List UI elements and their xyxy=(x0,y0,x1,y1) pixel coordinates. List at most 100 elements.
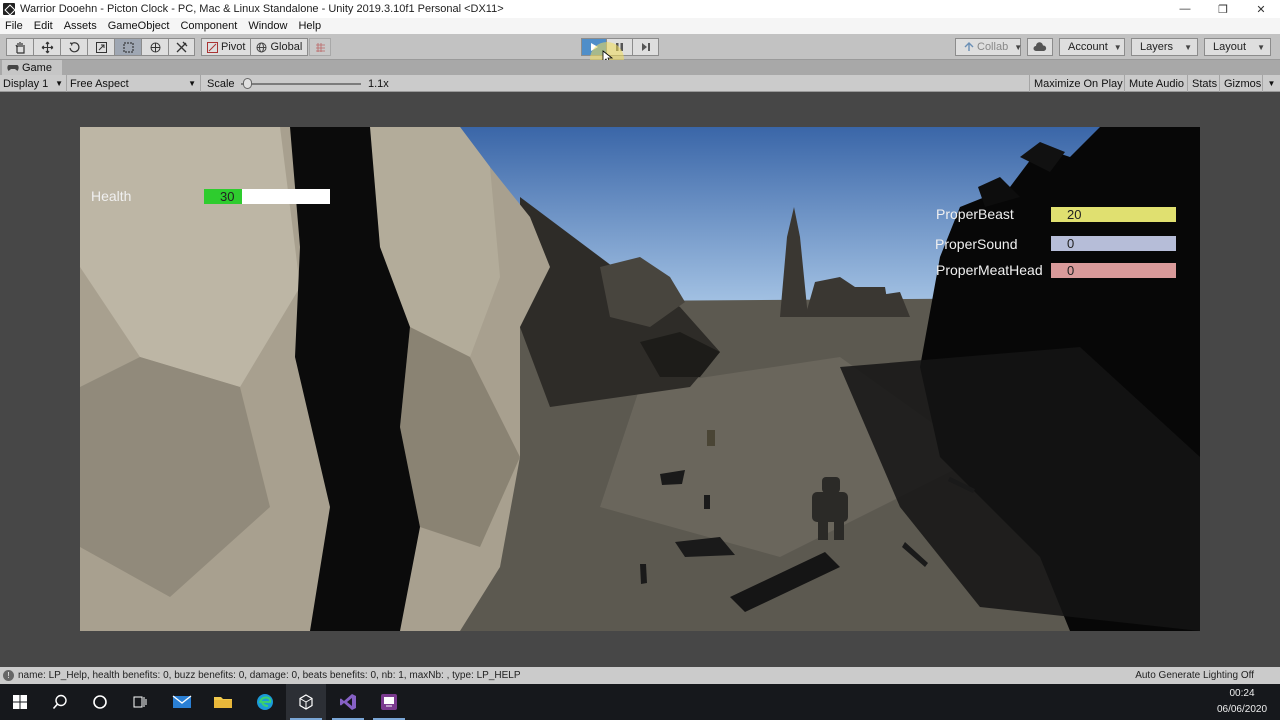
move-tool-button[interactable] xyxy=(33,38,60,56)
menu-window[interactable]: Window xyxy=(243,18,293,34)
search-icon xyxy=(52,694,67,710)
cloud-button[interactable] xyxy=(1027,38,1053,56)
menu-file[interactable]: File xyxy=(0,18,29,34)
step-button[interactable] xyxy=(633,38,659,56)
layers-label: Layers xyxy=(1140,41,1174,53)
tab-game-label: Game xyxy=(22,61,52,74)
rotate-tool-button[interactable] xyxy=(60,38,87,56)
gizmos-dropdown[interactable]: ▼ xyxy=(1262,75,1280,92)
meter-label-properbeast: ProperBeast xyxy=(936,206,1014,222)
meter-value-properbeast: 20 xyxy=(1067,207,1082,222)
global-label: Global xyxy=(270,41,303,53)
collab-label: Collab xyxy=(977,41,1009,53)
edge-browser-icon xyxy=(257,694,273,710)
menu-edit[interactable]: Edit xyxy=(29,18,59,34)
custom-tool-button[interactable] xyxy=(168,38,195,56)
lighting-status[interactable]: Auto Generate Lighting Off xyxy=(1135,670,1280,681)
chevron-down-icon: ▼ xyxy=(1113,42,1122,52)
meter-label-propersound: ProperSound xyxy=(935,236,1018,252)
layout-label: Layout xyxy=(1213,41,1247,53)
cloud-icon xyxy=(1033,42,1047,51)
step-icon xyxy=(641,43,650,51)
health-label: Health xyxy=(91,188,132,204)
globe-icon xyxy=(256,42,267,52)
meter-bar-propersound: 0 xyxy=(1051,236,1176,251)
item-pickup xyxy=(707,430,715,446)
taskbar-video-editor[interactable] xyxy=(369,684,409,720)
info-icon: ! xyxy=(3,670,14,681)
search-button[interactable] xyxy=(40,684,80,720)
display-dropdown[interactable]: Display 1 ▼ xyxy=(3,75,65,92)
game-view-toolbar: Display 1 ▼ Free Aspect ▼ Scale 1.1x Max… xyxy=(0,75,1280,92)
global-toggle[interactable]: Global xyxy=(251,38,309,56)
menu-help[interactable]: Help xyxy=(293,18,327,34)
scale-slider-thumb[interactable] xyxy=(243,78,252,89)
aspect-dropdown[interactable]: Free Aspect ▼ xyxy=(66,75,199,92)
chevron-down-icon: ▼ xyxy=(1267,79,1276,88)
grid-snap-button[interactable] xyxy=(309,38,331,56)
transform-tool-button[interactable] xyxy=(141,38,168,56)
game-viewport[interactable]: Health 30 ProperBeast 20 ProperSound 0 P… xyxy=(80,127,1200,631)
clock-date: 06/06/2020 xyxy=(1216,704,1268,715)
hand-icon xyxy=(14,41,25,54)
meter-value-propermeathead: 0 xyxy=(1067,263,1075,278)
window-title: Warrior Dooehn - Picton Clock - PC, Mac … xyxy=(20,3,504,15)
chevron-down-icon: ▼ xyxy=(1014,42,1023,52)
task-view-button[interactable] xyxy=(120,684,160,720)
mail-icon xyxy=(172,695,192,708)
meter-value-propersound: 0 xyxy=(1067,236,1075,251)
tab-game[interactable]: Game xyxy=(2,60,62,75)
visual-studio-icon xyxy=(340,694,356,710)
hand-tool-button[interactable] xyxy=(6,38,33,56)
stats-toggle[interactable]: Stats xyxy=(1187,75,1221,92)
folder-icon xyxy=(214,697,232,708)
maximize-on-play-toggle[interactable]: Maximize On Play xyxy=(1029,75,1127,92)
grid-snap-group xyxy=(309,38,331,56)
rotate-icon xyxy=(68,41,80,52)
maximize-button[interactable]: ❐ xyxy=(1204,0,1242,18)
scale-icon xyxy=(95,41,107,53)
meter-label-propermeathead: ProperMeatHead xyxy=(936,262,1043,278)
custom-tool-icon xyxy=(176,41,188,52)
collab-dropdown[interactable]: Collab ▼ xyxy=(955,38,1023,56)
chevron-down-icon: ▼ xyxy=(188,79,196,88)
system-clock[interactable]: 00:24 06/06/2020 xyxy=(1212,686,1272,718)
account-dropdown[interactable]: Account ▼ xyxy=(1059,38,1125,56)
rect-tool-button[interactable] xyxy=(114,38,141,56)
pivot-toggles: Pivot Global xyxy=(201,38,309,56)
cortana-button[interactable] xyxy=(80,684,120,720)
pivot-label: Pivot xyxy=(221,41,246,53)
layers-dropdown[interactable]: Layers ▼ xyxy=(1131,38,1198,56)
health-bar: 30 xyxy=(204,189,330,204)
gizmos-toggle[interactable]: Gizmos xyxy=(1219,75,1265,92)
aspect-label: Free Aspect xyxy=(70,77,129,90)
mute-audio-toggle[interactable]: Mute Audio xyxy=(1124,75,1188,92)
taskbar-visual-studio[interactable] xyxy=(328,684,368,720)
scale-label: Scale xyxy=(200,75,235,92)
taskbar-edge[interactable] xyxy=(245,684,285,720)
windows-taskbar: 00:24 06/06/2020 xyxy=(0,684,1280,720)
scale-tool-button[interactable] xyxy=(87,38,114,56)
menu-gameobject[interactable]: GameObject xyxy=(103,18,176,34)
menu-assets[interactable]: Assets xyxy=(59,18,103,34)
menu-component[interactable]: Component xyxy=(175,18,243,34)
chevron-down-icon: ▼ xyxy=(1257,42,1265,52)
chevron-down-icon: ▼ xyxy=(55,79,63,88)
taskbar-file-explorer[interactable] xyxy=(203,684,243,720)
close-button[interactable]: ✕ xyxy=(1242,0,1280,18)
start-button[interactable] xyxy=(0,684,40,720)
unity-icon xyxy=(299,694,313,710)
minimize-button[interactable]: — xyxy=(1166,0,1204,18)
main-toolbar: Pivot Global Collab ▼ Account ▼ Layers ▼… xyxy=(0,34,1280,76)
pivot-toggle[interactable]: Pivot xyxy=(201,38,252,56)
windows-logo-icon xyxy=(13,695,27,709)
taskbar-mail[interactable] xyxy=(162,684,202,720)
pivot-icon xyxy=(207,41,218,53)
unity-logo-icon xyxy=(3,3,15,15)
panel-tab-bar: Game xyxy=(0,60,1280,75)
taskbar-unity[interactable] xyxy=(286,684,326,720)
gamepad-icon xyxy=(7,64,19,71)
scale-slider-track[interactable] xyxy=(241,83,361,85)
status-message[interactable]: name: LP_Help, health benefits: 0, buzz … xyxy=(18,670,1135,681)
layout-dropdown[interactable]: Layout ▼ xyxy=(1204,38,1271,56)
